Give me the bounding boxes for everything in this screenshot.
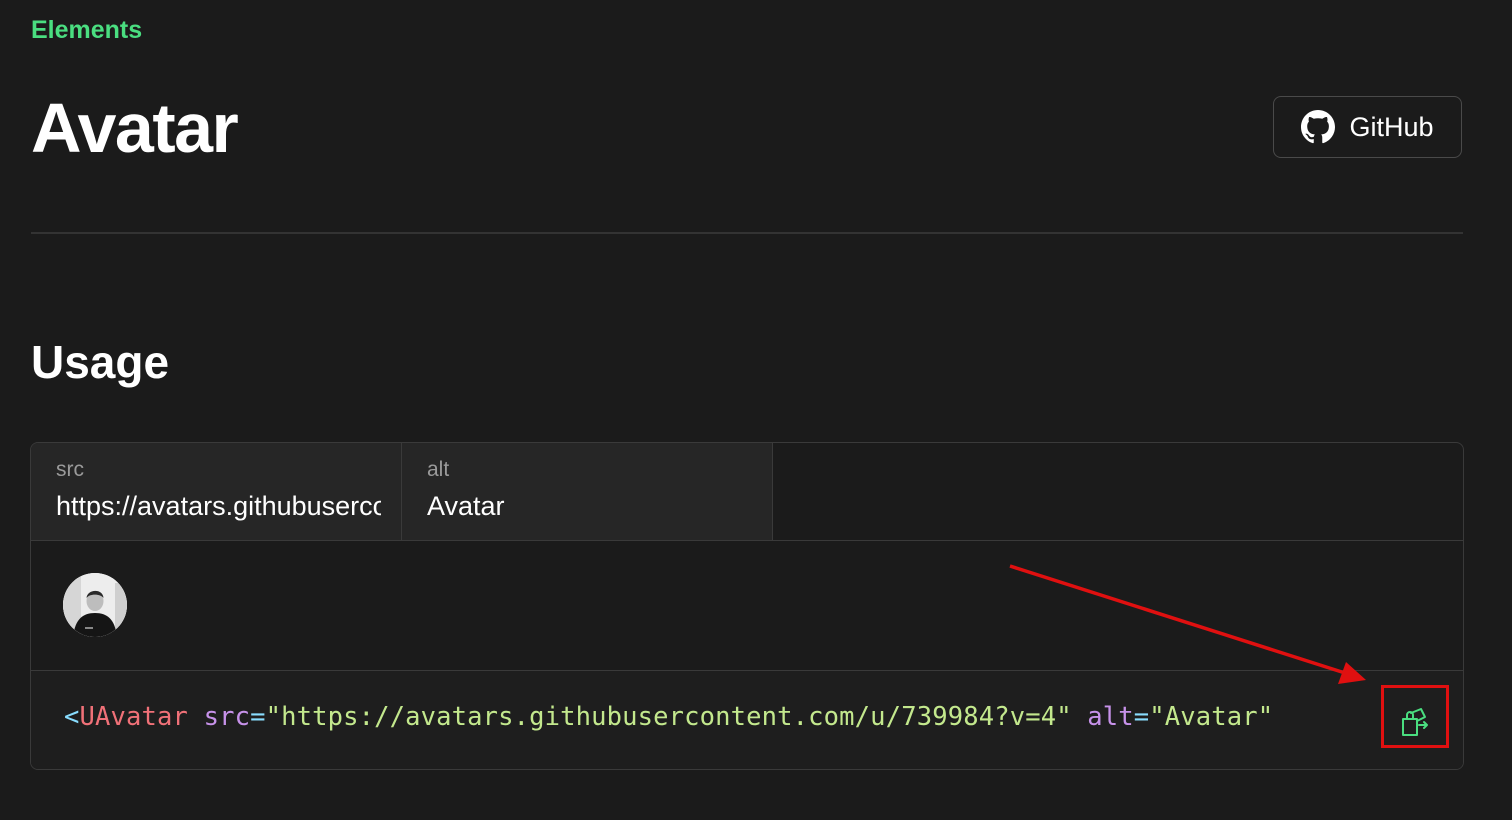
prop-field-alt[interactable]: alt Avatar xyxy=(402,443,773,540)
prop-name: src xyxy=(56,458,84,481)
page: Elements Avatar GitHub Usage src https:/… xyxy=(0,0,1512,820)
prop-field-src[interactable]: src https://avatars.githubusercontent.co… xyxy=(31,443,402,540)
prop-value-input[interactable]: Avatar xyxy=(427,491,752,522)
header-divider xyxy=(31,232,1463,234)
component-demo: src https://avatars.githubusercontent.co… xyxy=(30,442,1464,770)
github-button[interactable]: GitHub xyxy=(1273,96,1462,158)
page-title: Avatar xyxy=(31,89,239,167)
annotation-highlight-box xyxy=(1381,685,1449,748)
code-token: alt xyxy=(1087,702,1134,732)
github-icon xyxy=(1301,110,1336,144)
code-token: "Avatar" xyxy=(1149,702,1274,732)
code-token: < xyxy=(64,702,80,732)
code-token: src xyxy=(203,702,251,732)
code-token: UAvatar xyxy=(79,702,189,732)
code-block: <UAvatar src="https://avatars.githubuser… xyxy=(31,671,1463,769)
section-title: Usage xyxy=(31,336,170,388)
category-label[interactable]: Elements xyxy=(31,16,142,45)
avatar-image xyxy=(63,573,127,637)
code-token: = xyxy=(1133,702,1150,732)
github-button-label: GitHub xyxy=(1349,111,1434,142)
code-token: "https://avatars.githubusercontent.com/u… xyxy=(265,702,1072,732)
code-snippet: <UAvatar src="https://avatars.githubuser… xyxy=(64,702,1273,732)
prop-name: alt xyxy=(427,458,450,481)
prop-value-input[interactable]: https://avatars.githubusercontent.com/u/… xyxy=(56,491,381,522)
avatar xyxy=(63,573,127,637)
preview-area xyxy=(31,541,1463,671)
props-editor: src https://avatars.githubusercontent.co… xyxy=(31,443,1463,541)
code-token: = xyxy=(250,702,266,732)
